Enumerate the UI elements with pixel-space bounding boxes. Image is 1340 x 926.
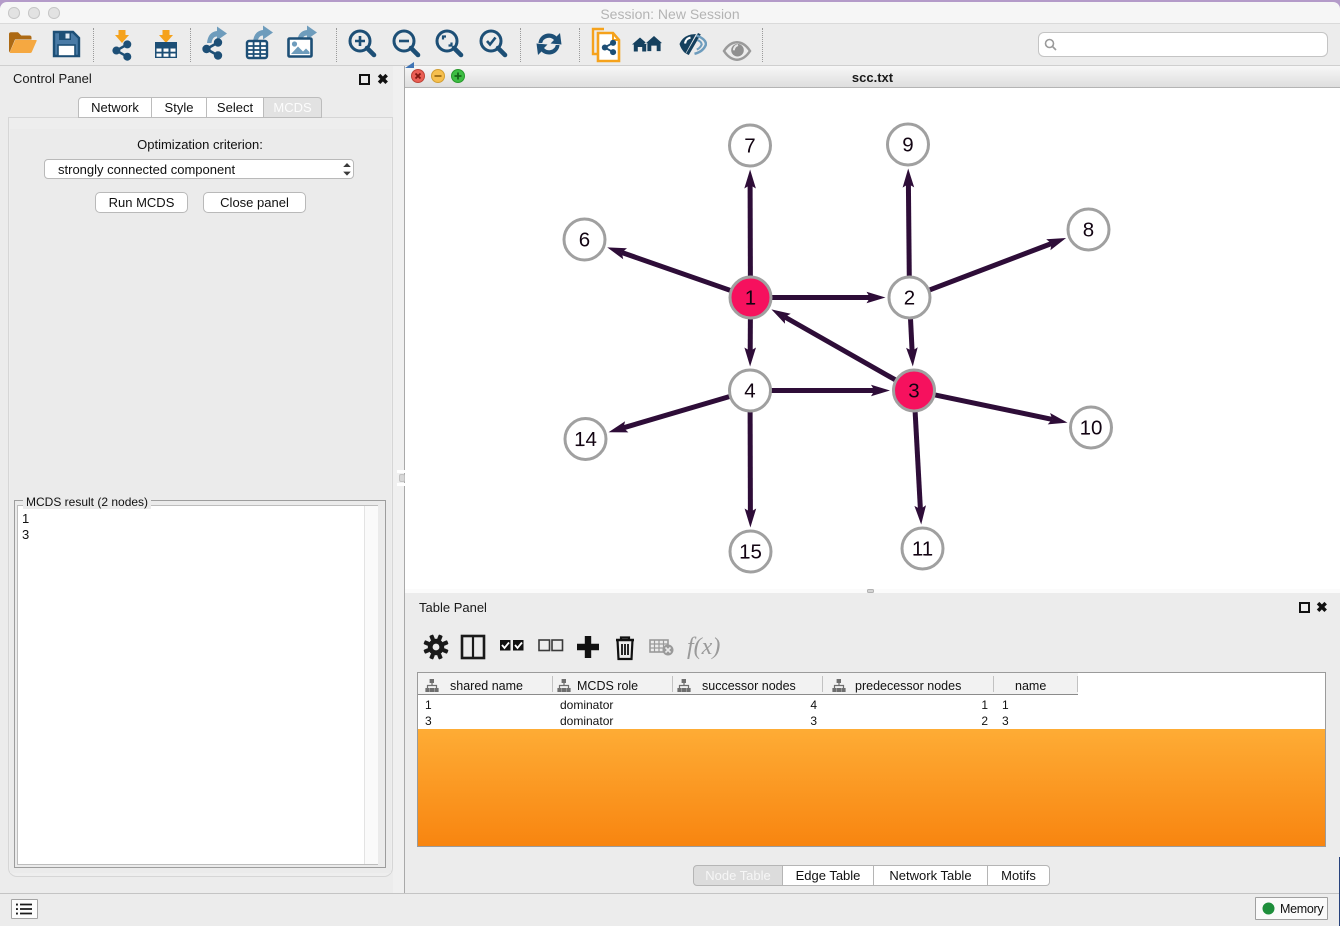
svg-text:f(x): f(x): [687, 634, 720, 660]
svg-text:9: 9: [902, 134, 913, 157]
svg-text:8: 8: [1083, 219, 1094, 242]
svg-text:14: 14: [574, 428, 597, 451]
svg-text:7: 7: [744, 135, 755, 158]
svg-text:15: 15: [739, 541, 762, 564]
svg-text:2: 2: [904, 287, 915, 310]
svg-text:3: 3: [908, 380, 919, 403]
svg-text:1: 1: [745, 287, 756, 310]
svg-text:6: 6: [579, 229, 590, 252]
svg-text:11: 11: [912, 538, 933, 561]
svg-text:4: 4: [744, 380, 755, 403]
svg-text:10: 10: [1080, 417, 1103, 440]
